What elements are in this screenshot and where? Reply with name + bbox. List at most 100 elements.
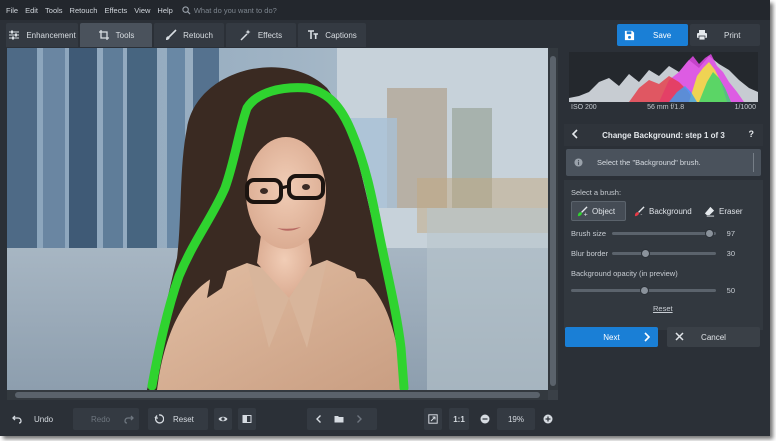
zoom-in-button[interactable] <box>540 408 556 430</box>
search-icon <box>182 5 191 15</box>
vertical-scroll-thumb[interactable] <box>550 56 556 386</box>
zoom-value: 19% <box>507 414 524 424</box>
svg-text:-: - <box>640 212 642 217</box>
tab-tools[interactable]: Tools <box>80 23 152 47</box>
object-brush-button[interactable]: + Object <box>571 201 626 221</box>
undo-button[interactable]: Undo <box>6 408 70 430</box>
photo-canvas[interactable] <box>7 48 548 390</box>
info-icon <box>574 158 583 167</box>
chevron-right-icon[interactable] <box>354 414 364 424</box>
search-box <box>182 5 354 15</box>
hint-box: Select the "Background" brush. <box>566 149 761 176</box>
reset-link[interactable]: Reset <box>653 304 673 313</box>
select-brush-label: Select a brush: <box>571 188 622 197</box>
help-icon[interactable]: ? <box>749 129 755 139</box>
chevron-left-icon[interactable] <box>571 129 579 139</box>
redo-button[interactable]: Redo <box>73 408 139 430</box>
text-icon <box>308 30 319 39</box>
tab-label: Tools <box>115 30 135 40</box>
tab-label: Retouch <box>183 30 213 40</box>
save-button[interactable]: Save <box>617 24 688 46</box>
menu-effects[interactable]: Effects <box>104 6 127 15</box>
folder-icon[interactable] <box>334 414 344 424</box>
actual-size-button[interactable]: 1:1 <box>449 408 469 430</box>
bottom-bar: Undo Redo Reset 1:1 19% <box>0 404 770 436</box>
undo-label: Undo <box>34 414 54 424</box>
compare-icon <box>242 415 252 423</box>
background-opacity-label: Background opacity (in preview) <box>571 269 678 278</box>
save-label: Save <box>653 30 672 40</box>
eraser-icon <box>704 206 715 217</box>
step-header: Change Background: step 1 of 3 ? <box>564 124 763 146</box>
menu-edit[interactable]: Edit <box>25 6 38 15</box>
blur-border-slider[interactable] <box>612 252 716 255</box>
brush-size-value: 97 <box>726 229 735 238</box>
chevron-left-icon[interactable] <box>314 414 324 424</box>
blur-border-label: Blur border <box>571 249 609 258</box>
step-title: Change Background: step 1 of 3 <box>602 130 725 140</box>
cancel-button[interactable]: Cancel <box>667 327 760 347</box>
print-button[interactable]: Print <box>690 24 760 46</box>
reset-button[interactable]: Reset <box>148 408 208 430</box>
menu-view[interactable]: View <box>134 6 150 15</box>
tab-captions[interactable]: Captions <box>298 23 366 47</box>
redo-label: Redo <box>91 414 111 424</box>
app-window: File Edit Tools Retouch Effects View Hel… <box>0 0 770 436</box>
reset-icon <box>154 414 164 424</box>
right-panel: ISO 200 56 mm f/1.8 1/1000 Change Backgr… <box>564 48 763 402</box>
background-opacity-thumb[interactable] <box>640 286 649 295</box>
canvas-area <box>7 48 558 400</box>
exif-info: ISO 200 56 mm f/1.8 1/1000 <box>569 104 758 116</box>
ratio-label: 1:1 <box>453 414 465 424</box>
zoom-out-button[interactable] <box>477 408 493 430</box>
fit-screen-icon <box>428 414 438 424</box>
background-brush-button[interactable]: - Background <box>634 201 694 221</box>
blur-border-value: 30 <box>726 249 735 258</box>
brush-size-thumb[interactable] <box>705 229 714 238</box>
lens-value: 56 mm f/1.8 <box>647 104 685 111</box>
divider <box>753 153 754 172</box>
shutter-value: 1/1000 <box>734 104 756 111</box>
crop-icon <box>98 30 109 40</box>
sliders-icon <box>9 30 20 40</box>
zoom-level[interactable]: 19% <box>497 408 535 430</box>
tab-retouch[interactable]: Retouch <box>154 23 224 47</box>
iso-value: ISO 200 <box>571 104 597 111</box>
horizontal-scrollbar[interactable] <box>7 390 548 400</box>
portrait-photo <box>7 48 548 390</box>
horizontal-scroll-thumb[interactable] <box>15 392 540 398</box>
fit-to-screen-button[interactable] <box>424 408 442 430</box>
tab-label: Enhancement <box>26 30 76 40</box>
cancel-label: Cancel <box>701 332 726 342</box>
object-brush-icon: + <box>577 205 588 217</box>
zoom-in-icon <box>543 414 553 424</box>
svg-text:+: + <box>583 212 588 217</box>
reset-label: Reset <box>173 414 194 424</box>
tab-enhancement[interactable]: Enhancement <box>6 23 78 47</box>
search-input[interactable] <box>193 5 354 15</box>
print-label: Print <box>724 30 741 40</box>
next-button[interactable]: Next <box>565 327 658 347</box>
brush-section: Select a brush: + Object - Background Er… <box>564 180 763 330</box>
printer-icon <box>697 30 707 41</box>
compare-button[interactable] <box>238 408 256 430</box>
eye-icon <box>218 416 228 422</box>
menu-retouch[interactable]: Retouch <box>70 6 98 15</box>
background-brush-icon: - <box>634 205 645 217</box>
tab-label: Captions <box>325 30 357 40</box>
hint-text: Select the "Background" brush. <box>597 158 701 167</box>
preview-button[interactable] <box>214 408 232 430</box>
brush-size-slider[interactable] <box>612 232 716 235</box>
menu-tools[interactable]: Tools <box>45 6 63 15</box>
floppy-disk-icon <box>624 30 635 40</box>
blur-border-thumb[interactable] <box>641 249 650 258</box>
vertical-scrollbar[interactable] <box>548 48 558 390</box>
menu-file[interactable]: File <box>6 6 18 15</box>
menu-help[interactable]: Help <box>157 6 172 15</box>
eraser-brush-button[interactable]: Eraser <box>704 201 749 221</box>
magic-wand-icon <box>240 29 251 41</box>
brush-label: Background <box>649 206 692 216</box>
tab-effects[interactable]: Effects <box>226 23 296 47</box>
menu-bar: File Edit Tools Retouch Effects View Hel… <box>0 0 770 20</box>
histogram <box>569 52 758 102</box>
